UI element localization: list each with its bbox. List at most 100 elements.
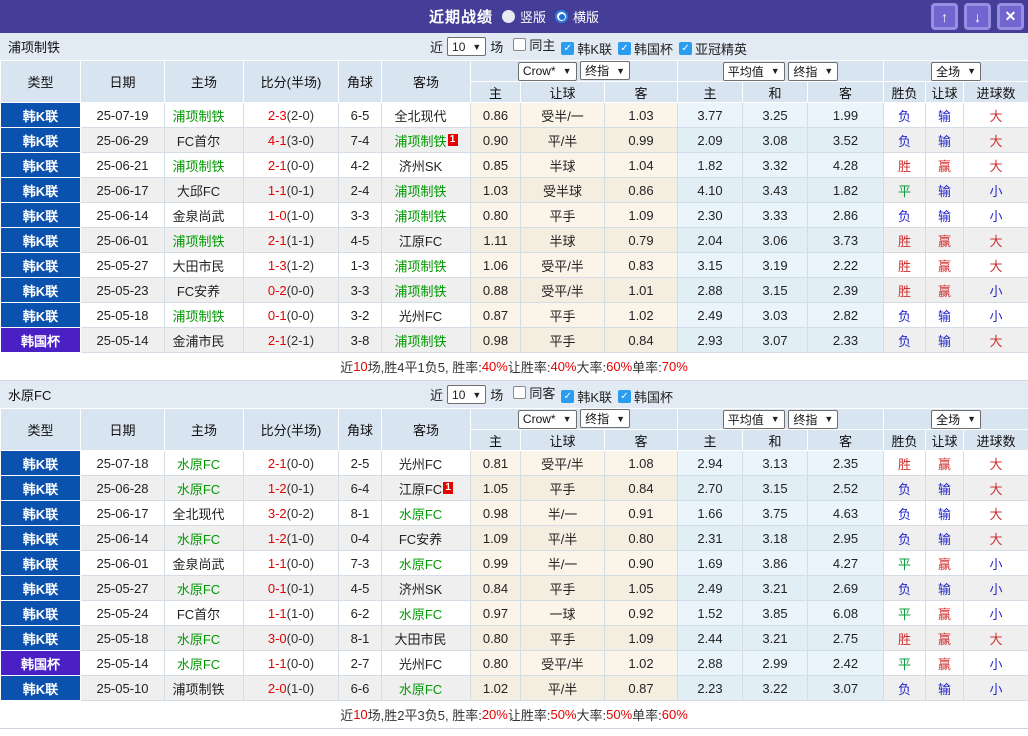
filter-checkbox[interactable]: ✓ 韩K联 [561, 387, 612, 406]
league-cell: 韩K联 [0, 500, 81, 526]
away-team-name: 浦项制铁 [394, 183, 447, 199]
result-cell: 平 [883, 177, 927, 203]
filter-checkbox[interactable]: 同客 [513, 383, 555, 402]
home-team-cell: 水原FC [164, 625, 244, 651]
table-row: 韩K联 25-06-14 水原FC 1-2(1-0) 0-4 FC安养 1.09… [0, 525, 1028, 551]
table-row: 韩K联 25-07-18 水原FC 2-1(0-0) 2-5 光州FC 0.81… [0, 450, 1028, 476]
score-cell: 1-2(0-1) [243, 475, 339, 501]
filter-checkbox[interactable]: ✓ 韩国杯 [618, 387, 673, 406]
recent-count-select[interactable]: 10 ▼ [447, 385, 487, 404]
scroll-down-button[interactable]: ↓ [964, 3, 991, 30]
date-cell: 25-06-28 [80, 475, 165, 501]
handicap-line-cell: 半球 [520, 152, 605, 178]
summary-text: 50% [606, 707, 633, 722]
away-team-cell: 浦项制铁 [381, 327, 471, 353]
col-type: 类型 [0, 60, 81, 103]
away-team-cell: 全北现代 [381, 102, 471, 128]
handicap-result-cell: 输 [925, 327, 965, 353]
result-cell: 负 [883, 525, 927, 551]
table-row: 韩国杯 25-05-14 金浦市民 2-1(2-1) 3-8 浦项制铁 0.98… [0, 327, 1028, 353]
halftime-score: (0-0) [286, 630, 315, 646]
radio-unselected-icon[interactable] [501, 10, 515, 23]
average-select[interactable]: 平均值 ▼ [722, 409, 785, 429]
fulltime-score: 0-1 [267, 580, 287, 596]
page-title: 近期战绩 [428, 9, 493, 26]
filter-checkbox[interactable]: ✓ 亚冠精英 [679, 39, 747, 58]
radio-selected-icon[interactable] [555, 10, 568, 23]
handicap-line-cell: 平手 [520, 625, 605, 651]
filter-checkbox[interactable]: ✓ 韩国杯 [618, 39, 673, 58]
result-cell: 胜 [883, 625, 927, 651]
table-row: 韩K联 25-05-23 FC安养 0-2(0-0) 3-3 浦项制铁 0.88… [0, 277, 1028, 303]
home-team-cell: 浦项制铁 [164, 102, 244, 128]
average-select[interactable]: 平均值 ▼ [722, 61, 785, 81]
handicap-home-odds-cell: 1.05 [470, 475, 521, 501]
away-team-name: FC安养 [398, 531, 443, 547]
checkbox-checked-icon[interactable]: ✓ [561, 390, 575, 403]
final-odds-select[interactable]: 终指 ▼ [580, 409, 631, 429]
score-cell: 1-1(0-0) [243, 650, 339, 676]
recent-count-select[interactable]: 10 ▼ [447, 37, 487, 56]
checkbox-checked-icon[interactable]: ✓ [618, 390, 631, 403]
avg-draw-odds-cell: 3.22 [742, 675, 808, 701]
home-team-name: 浦项制铁 [172, 308, 225, 324]
sub-result: 胜负 [883, 429, 927, 451]
odds-source-select[interactable]: Crow* ▼ [517, 409, 577, 429]
score-cell: 1-1(0-1) [243, 177, 339, 203]
goals-result-cell: 小 [963, 277, 1028, 303]
checkbox-unchecked-icon[interactable] [513, 386, 527, 399]
fulltime-scope-select[interactable]: 全场 ▼ [931, 409, 981, 429]
radio-vertical-layout[interactable]: 竖版 [501, 7, 546, 26]
handicap-away-odds-cell: 1.09 [604, 625, 678, 651]
final-odds-select[interactable]: 终指 ▼ [580, 61, 631, 81]
away-team-cell: 浦项制铁 1 [381, 127, 471, 153]
checkbox-unchecked-icon[interactable] [513, 38, 527, 51]
league-cell: 韩国杯 [0, 327, 81, 353]
handicap-line-cell: 受半球 [520, 177, 605, 203]
chevron-down-icon: ▼ [472, 389, 482, 400]
result-cell: 平 [883, 650, 927, 676]
avg-draw-odds-cell: 3.13 [742, 450, 808, 476]
goals-result-cell: 小 [963, 550, 1028, 576]
filter-bar: 近 10 ▼ 场 同主 ✓ 韩K联 ✓ 韩国杯 ✓ 亚冠精英 [430, 35, 747, 58]
score-cell: 2-1(1-1) [243, 227, 339, 253]
col-corner: 角球 [338, 408, 382, 451]
goals-result-cell: 小 [963, 202, 1028, 228]
final-odds-select-2[interactable]: 终指 ▼ [788, 409, 839, 429]
radio-horizontal-layout[interactable]: 横版 [555, 7, 599, 26]
filter-checkbox[interactable]: 同主 [513, 35, 555, 54]
close-icon: ✕ [1004, 8, 1017, 24]
avg-draw-odds-cell: 3.33 [742, 202, 808, 228]
handicap-home-odds-cell: 1.02 [470, 675, 521, 701]
league-cell: 韩K联 [0, 202, 81, 228]
checkbox-checked-icon[interactable]: ✓ [679, 42, 693, 55]
checkbox-checked-icon[interactable]: ✓ [561, 42, 575, 55]
col-score: 比分(半场) [243, 408, 339, 451]
handicap-away-odds-cell: 1.01 [604, 277, 678, 303]
checkbox-checked-icon[interactable]: ✓ [618, 42, 631, 55]
date-cell: 25-06-17 [80, 177, 165, 203]
fulltime-scope-select[interactable]: 全场 ▼ [931, 61, 981, 81]
fulltime-score: 1-2 [267, 480, 287, 496]
filter-checkbox[interactable]: ✓ 韩K联 [561, 39, 612, 58]
date-cell: 25-05-18 [80, 302, 165, 328]
odds-source-select[interactable]: Crow* ▼ [517, 61, 577, 81]
handicap-line-cell: 受半/一 [520, 102, 605, 128]
result-cell: 胜 [883, 252, 927, 278]
handicap-away-odds-cell: 1.02 [604, 650, 678, 676]
handicap-line-cell: 受平/半 [520, 277, 605, 303]
date-cell: 25-05-27 [80, 252, 165, 278]
handicap-line-cell: 平手 [520, 302, 605, 328]
avg-home-odds-cell: 2.88 [677, 277, 743, 303]
result-cell: 负 [883, 302, 927, 328]
home-team-cell: 水原FC [164, 650, 244, 676]
home-team-cell: 大田市民 [164, 252, 244, 278]
goals-result-cell: 小 [963, 600, 1028, 626]
final-odds-select-2[interactable]: 终指 ▼ [788, 61, 839, 81]
avg-home-odds-cell: 2.31 [677, 525, 743, 551]
fulltime-score: 4-1 [267, 132, 287, 148]
close-button[interactable]: ✕ [997, 3, 1024, 30]
scroll-up-button[interactable]: ↑ [931, 3, 958, 30]
average-group-header: 平均值 ▼ 终指 ▼ [676, 60, 885, 82]
avg-home-odds-cell: 3.15 [677, 252, 743, 278]
